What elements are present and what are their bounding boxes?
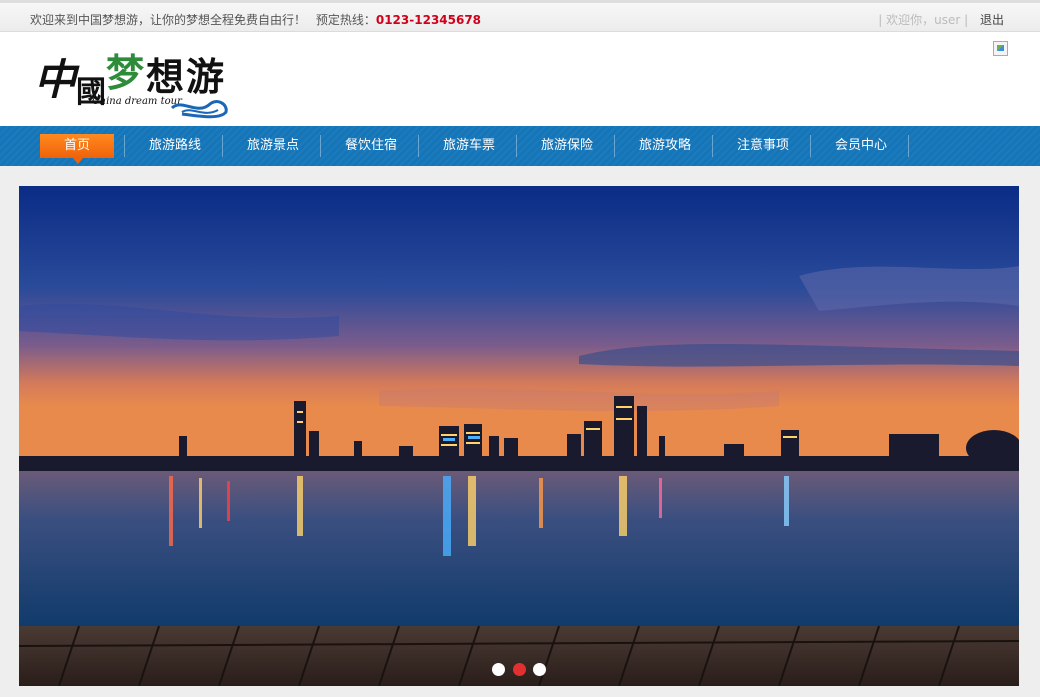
svg-text:游: 游 xyxy=(186,54,224,99)
user-box: | 欢迎你，user | 退出 xyxy=(878,11,1004,28)
svg-text:中: 中 xyxy=(34,55,80,104)
nav-divider xyxy=(516,135,517,157)
nav-item-tickets[interactable]: 旅游车票 xyxy=(432,134,506,158)
nav-item-member-center[interactable]: 会员中心 xyxy=(824,134,898,158)
carousel-dot-3[interactable] xyxy=(533,663,546,676)
nav-divider xyxy=(908,135,909,157)
carousel-dot-2[interactable] xyxy=(513,663,526,676)
welcome-text: 欢迎来到中国梦想游，让你的梦想全程免费自由行！ xyxy=(30,13,307,27)
nav-item-insurance[interactable]: 旅游保险 xyxy=(530,134,604,158)
site-header: 中 國 梦 想 游 China dream tour xyxy=(0,32,1040,126)
nav-item-attractions[interactable]: 旅游景点 xyxy=(236,134,310,158)
nav-divider xyxy=(810,135,811,157)
carousel-dot-1[interactable] xyxy=(492,663,505,676)
nav-divider xyxy=(320,135,321,157)
city-night-skyline-image xyxy=(19,186,1019,686)
user-greeting: | 欢迎你，user | xyxy=(878,13,969,27)
svg-text:想: 想 xyxy=(146,54,184,99)
nav-divider xyxy=(712,135,713,157)
nav-divider xyxy=(124,135,125,157)
nav-divider xyxy=(222,135,223,157)
hotline-label: 预定热线： xyxy=(315,13,376,27)
welcome-message: 欢迎来到中国梦想游，让你的梦想全程免费自由行！ 预定热线：0123-123456… xyxy=(30,11,481,28)
nav-item-dining-lodging[interactable]: 餐饮住宿 xyxy=(334,134,408,158)
nav-item-routes[interactable]: 旅游路线 xyxy=(138,134,212,158)
hotline-number: 0123-12345678 xyxy=(375,13,482,27)
nav-divider xyxy=(614,135,615,157)
nav-item-home[interactable]: 首页 xyxy=(40,134,114,164)
nav-item-notices[interactable]: 注意事项 xyxy=(726,134,800,158)
site-logo[interactable]: 中 國 梦 想 游 China dream tour xyxy=(32,46,232,122)
main-nav: 首页 旅游路线 旅游景点 餐饮住宿 旅游车票 旅游保险 旅游攻略 注意事项 会员… xyxy=(0,126,1040,166)
hero-banner[interactable] xyxy=(19,186,1019,686)
logout-link[interactable]: 退出 xyxy=(980,13,1004,27)
svg-text:梦: 梦 xyxy=(106,50,144,95)
header-image-placeholder xyxy=(993,41,1008,56)
top-bar: 欢迎来到中国梦想游，让你的梦想全程免费自由行！ 预定热线：0123-123456… xyxy=(0,0,1040,32)
nav-divider xyxy=(418,135,419,157)
nav-item-guides[interactable]: 旅游攻略 xyxy=(628,134,702,158)
svg-text:China dream tour: China dream tour xyxy=(92,96,183,107)
